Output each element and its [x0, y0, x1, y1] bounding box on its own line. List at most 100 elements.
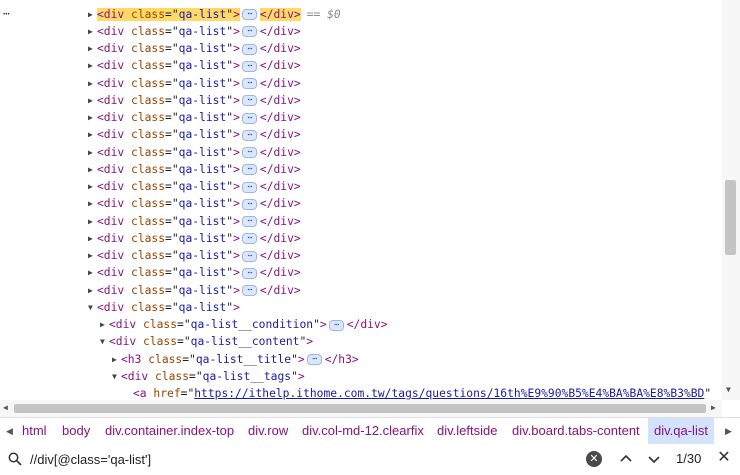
- ellipsis-icon[interactable]: ⋯: [241, 233, 257, 245]
- close-icon[interactable]: ✕: [716, 449, 732, 467]
- opening-tag[interactable]: <div class="qa-list__content">: [109, 335, 313, 348]
- dom-node-row[interactable]: ▶ <div class="qa-list"> ⋯ </div>: [88, 40, 301, 57]
- opening-tag[interactable]: <div class="qa-list">: [97, 94, 240, 107]
- dom-node-row[interactable]: ▼ <div class="qa-list">: [88, 299, 240, 316]
- breadcrumb-left-arrow-icon[interactable]: ◀: [6, 418, 13, 444]
- clear-icon[interactable]: ✕: [586, 451, 602, 467]
- dom-node-row[interactable]: ▶ <div class="qa-list"> ⋯ </div>: [88, 75, 301, 92]
- ellipsis-icon[interactable]: ⋯: [241, 181, 257, 193]
- ellipsis-icon[interactable]: ⋯: [241, 147, 257, 158]
- expand-arrow-right-icon[interactable]: ▶: [88, 247, 97, 264]
- ellipsis-icon[interactable]: ⋯: [241, 198, 257, 210]
- vertical-scrollbar-thumb[interactable]: [725, 180, 736, 255]
- ellipsis-icon[interactable]: ⋯: [306, 354, 322, 365]
- opening-tag[interactable]: <div class="qa-list">: [97, 197, 240, 210]
- dom-node-row[interactable]: ▶ <div class="qa-list"> ⋯ </div>: [88, 195, 301, 212]
- ellipsis-icon[interactable]: ⋯: [241, 250, 257, 262]
- breadcrumb-item-body[interactable]: body: [62, 418, 90, 444]
- opening-tag[interactable]: <a href="https://ithelp.ithome.com.tw/ta…: [133, 387, 711, 400]
- dom-node-row[interactable]: ▼ <div class="qa-list__content">: [100, 333, 313, 350]
- opening-tag[interactable]: <div class="qa-list">: [97, 59, 240, 72]
- ellipsis-icon[interactable]: ⋯: [241, 78, 257, 89]
- expand-arrow-right-icon[interactable]: ▶: [88, 109, 97, 126]
- opening-tag[interactable]: <div class="qa-list">: [97, 266, 240, 279]
- next-match-icon[interactable]: [645, 450, 663, 468]
- dom-node-row[interactable]: ▶ <div class="qa-list"> ⋯ </div>: [88, 282, 301, 299]
- dom-node-row[interactable]: ▶ <div class="qa-list"> ⋯ </div> == $0: [88, 6, 341, 23]
- opening-tag[interactable]: <div class="qa-list">: [97, 284, 240, 297]
- dom-node-row[interactable]: ▶ <div class="qa-list"> ⋯ </div>: [88, 57, 301, 74]
- dom-node-row[interactable]: ▶ <div class="qa-list"> ⋯ </div>: [88, 92, 301, 109]
- expand-arrow-right-icon[interactable]: ▶: [88, 195, 97, 212]
- breadcrumb-item-html[interactable]: html: [22, 418, 47, 444]
- opening-tag[interactable]: <div class="qa-list__tags">: [121, 370, 305, 383]
- expand-arrow-down-icon[interactable]: ▼: [88, 299, 97, 316]
- expand-arrow-right-icon[interactable]: ▶: [88, 282, 97, 299]
- opening-tag[interactable]: <div class="qa-list">: [97, 180, 240, 193]
- search-input[interactable]: [30, 449, 575, 469]
- expand-arrow-right-icon[interactable]: ▶: [88, 57, 97, 74]
- expand-arrow-right-icon[interactable]: ▶: [88, 6, 97, 23]
- ellipsis-icon[interactable]: ⋯: [241, 216, 257, 227]
- ellipsis-icon[interactable]: ⋯: [241, 60, 257, 72]
- ellipsis-icon[interactable]: ⋯: [241, 285, 257, 296]
- breadcrumb-item-container[interactable]: div.container.index-top: [105, 418, 234, 444]
- expand-arrow-right-icon[interactable]: ▶: [88, 264, 97, 281]
- ellipsis-icon[interactable]: ⋯: [328, 319, 344, 331]
- opening-tag[interactable]: <h3 class="qa-list__title">: [121, 353, 305, 366]
- scroll-down-arrow-icon[interactable]: ▼: [726, 385, 731, 394]
- opening-tag[interactable]: <div class="qa-list">: [97, 249, 240, 262]
- opening-tag[interactable]: <div class="qa-list">: [97, 146, 240, 159]
- expand-arrow-right-icon[interactable]: ▶: [88, 144, 97, 161]
- dom-node-row[interactable]: ▶ <div class="qa-list"> ⋯ </div>: [88, 144, 301, 161]
- opening-tag[interactable]: <div class="qa-list__condition">: [109, 318, 327, 331]
- horizontal-scrollbar[interactable]: ◀ ▶: [0, 400, 722, 417]
- opening-tag[interactable]: <div class="qa-list">: [97, 25, 240, 38]
- expand-arrow-right-icon[interactable]: ▶: [88, 23, 97, 40]
- dom-node-row[interactable]: ▶ <div class="qa-list"> ⋯ </div>: [88, 23, 301, 40]
- expand-arrow-right-icon[interactable]: ▶: [88, 40, 97, 57]
- vertical-scrollbar[interactable]: ▼: [722, 0, 740, 400]
- opening-tag[interactable]: <div class="qa-list">: [97, 215, 240, 228]
- expand-arrow-right-icon[interactable]: ▶: [88, 230, 97, 247]
- dom-node-row[interactable]: <a href="https://ithelp.ithome.com.tw/ta…: [124, 385, 711, 400]
- ellipsis-icon[interactable]: ⋯: [241, 26, 257, 38]
- breadcrumb-item-qa-list[interactable]: div.qa-list: [648, 418, 714, 444]
- horizontal-scrollbar-thumb[interactable]: [14, 404, 706, 413]
- dom-node-row[interactable]: ▶ <div class="qa-list"> ⋯ </div>: [88, 109, 301, 126]
- ellipsis-icon[interactable]: ⋯: [241, 9, 257, 20]
- dom-node-row[interactable]: ▶ <div class="qa-list"> ⋯ </div>: [88, 247, 301, 264]
- more-options-icon[interactable]: ⋯: [3, 7, 11, 20]
- dom-node-row[interactable]: ▶ <div class="qa-list"> ⋯ </div>: [88, 161, 301, 178]
- dom-node-row[interactable]: ▶ <div class="qa-list"> ⋯ </div>: [88, 178, 301, 195]
- opening-tag[interactable]: <div class="qa-list">: [97, 42, 240, 55]
- opening-tag[interactable]: <div class="qa-list">: [97, 163, 240, 176]
- expand-arrow-right-icon[interactable]: ▶: [88, 92, 97, 109]
- ellipsis-icon[interactable]: ⋯: [241, 164, 257, 176]
- expand-arrow-right-icon[interactable]: ▶: [88, 161, 97, 178]
- expand-arrow-down-icon[interactable]: ▼: [112, 368, 121, 385]
- expand-arrow-right-icon[interactable]: ▶: [88, 75, 97, 92]
- elements-tree[interactable]: ⋯ ▶ <div class="qa-list"> ⋯ </div> == $0 ▶ <di…: [0, 0, 722, 400]
- dom-node-row[interactable]: ▶ <div class="qa-list"> ⋯ </div>: [88, 230, 301, 247]
- opening-tag[interactable]: <div class="qa-list">: [97, 7, 240, 21]
- breadcrumb-item-row[interactable]: div.row: [248, 418, 288, 444]
- opening-tag[interactable]: <div class="qa-list">: [97, 77, 240, 90]
- breadcrumb-item-col[interactable]: div.col-md-12.clearfix: [302, 418, 424, 444]
- previous-match-icon[interactable]: [617, 450, 635, 468]
- expand-arrow-right-icon[interactable]: ▶: [88, 178, 97, 195]
- ellipsis-icon[interactable]: ⋯: [241, 267, 257, 279]
- dom-node-row[interactable]: ▶ <h3 class="qa-list__title"> ⋯ </h3>: [112, 351, 359, 368]
- expand-arrow-right-icon[interactable]: ▶: [112, 351, 121, 368]
- attribute-value[interactable]: https://ithelp.ithome.com.tw/tags/questi…: [194, 387, 704, 400]
- scroll-left-arrow-icon[interactable]: ◀: [3, 403, 8, 412]
- expand-arrow-right-icon[interactable]: ▶: [88, 126, 97, 143]
- dom-node-row[interactable]: ▶ <div class="qa-list"> ⋯ </div>: [88, 126, 301, 143]
- ellipsis-icon[interactable]: ⋯: [241, 95, 257, 107]
- breadcrumb-right-arrow-icon[interactable]: ▶: [725, 418, 732, 444]
- dom-node-row[interactable]: ▶ <div class="qa-list"> ⋯ </div>: [88, 213, 301, 230]
- ellipsis-icon[interactable]: ⋯: [241, 129, 257, 141]
- breadcrumb-item-board[interactable]: div.board.tabs-content: [512, 418, 640, 444]
- dom-node-row[interactable]: ▶ <div class="qa-list__condition"> ⋯ </div>: [100, 316, 388, 333]
- opening-tag[interactable]: <div class="qa-list">: [97, 301, 240, 314]
